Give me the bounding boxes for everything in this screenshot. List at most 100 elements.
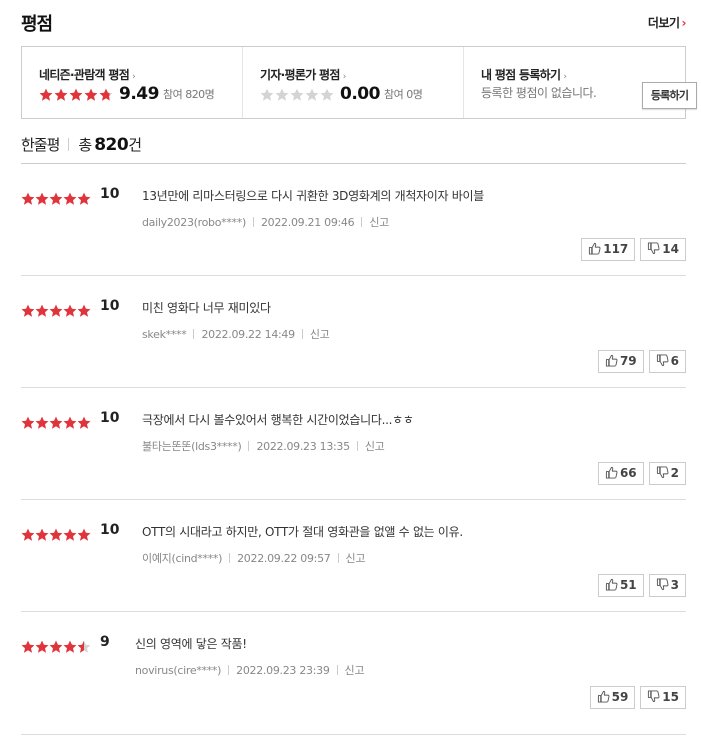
vote-buttons: 79 6	[593, 350, 686, 373]
review-total-prefix: 총	[78, 136, 92, 154]
divider	[248, 441, 250, 451]
report-link[interactable]: 신고	[346, 552, 366, 565]
review-score: 10	[100, 410, 120, 426]
critic-score-link[interactable]: 기자·평론가 평점 ›	[260, 66, 346, 83]
report-link[interactable]: 신고	[365, 440, 385, 453]
one-line-review-header: 한줄평 총 820건	[21, 134, 686, 164]
review-total-suffix: 건	[128, 136, 142, 154]
report-link[interactable]: 신고	[369, 216, 389, 229]
dislike-button[interactable]: 14	[640, 238, 686, 261]
review-meta: novirus(cire****) 2022.09.23 23:39 신고	[135, 662, 364, 678]
star-icon	[35, 304, 49, 317]
star-icon	[21, 416, 35, 429]
thumbs-down-icon	[656, 466, 671, 480]
star-icon	[305, 88, 319, 101]
dislike-count: 2	[670, 466, 679, 480]
star-icon	[49, 528, 63, 541]
star-icon	[63, 304, 77, 317]
star-icon	[49, 192, 63, 205]
review-score: 9	[100, 634, 110, 650]
critic-score-panel: 기자·평론가 평점 › 0.00 참여 0명	[242, 47, 463, 118]
review-item: 9 신의 영역에 닿은 작품! novirus(cire****) 2022.09…	[21, 612, 686, 735]
critic-score-label: 기자·평론가 평점	[260, 68, 340, 82]
star-icon	[49, 640, 63, 653]
star-icon	[54, 88, 68, 101]
star-icon	[35, 640, 49, 653]
star-icon	[77, 192, 91, 205]
report-link[interactable]: 신고	[310, 328, 330, 341]
thumbs-down-icon	[647, 690, 662, 704]
score-summary-box: 네티즌·관람객 평점 › 9.49 참여 820명 기자·평론가 평점 › 0.00 참…	[21, 46, 697, 119]
netizen-participants: 참여 820명	[162, 87, 215, 101]
dislike-button[interactable]: 2	[648, 462, 686, 485]
star-icon	[99, 88, 113, 101]
review-item: 10 OTT의 시대라고 하지만, OTT가 절대 영화관을 없앨 수 없는 이…	[21, 500, 686, 612]
like-button[interactable]: 51	[597, 574, 644, 597]
thumbs-up-icon	[597, 690, 612, 704]
review-star-rating	[21, 412, 91, 431]
review-item: 10 13년만에 리마스터링으로 다시 귀환한 3D영화계의 개척자이자 바이블…	[21, 164, 686, 276]
netizen-score-link[interactable]: 네티즌·관람객 평점 ›	[39, 66, 136, 83]
star-icon	[21, 192, 35, 205]
review-author[interactable]: 불타는똔똔(lds3****)	[142, 440, 242, 453]
review-text: OTT의 시대라고 하지만, OTT가 절대 영화관을 없앨 수 없는 이유.	[142, 525, 463, 539]
review-item: 10 극장에서 다시 볼수있어서 행복한 시간이었습니다...ㅎㅎ 불타는똔똔(…	[21, 388, 686, 500]
critic-participants: 참여 0명	[383, 87, 423, 101]
dislike-button[interactable]: 3	[648, 574, 686, 597]
vote-buttons: 66 2	[593, 462, 686, 485]
like-count: 59	[611, 690, 629, 704]
star-icon	[77, 416, 91, 429]
like-button[interactable]: 59	[589, 686, 636, 709]
review-author[interactable]: skek****	[142, 328, 187, 341]
star-icon	[63, 416, 77, 429]
thumbs-up-icon	[605, 354, 620, 368]
netizen-star-rating	[39, 84, 113, 103]
review-author[interactable]: daily2023(robo****)	[142, 216, 246, 229]
review-author[interactable]: 이예지(cind****)	[142, 552, 222, 565]
rating-header: 평점 더보기 ›	[21, 10, 687, 35]
vote-buttons: 51 3	[593, 574, 686, 597]
star-icon	[63, 528, 77, 541]
star-icon	[320, 88, 334, 101]
review-author[interactable]: novirus(cire****)	[135, 664, 221, 677]
star-icon	[63, 640, 77, 653]
register-score-button[interactable]: 등록하기	[642, 82, 697, 109]
star-icon	[21, 304, 35, 317]
divider	[228, 665, 230, 675]
chevron-right-icon: ›	[681, 16, 687, 30]
review-meta: 불타는똔똔(lds3****) 2022.09.23 13:35 신고	[142, 438, 385, 454]
dislike-button[interactable]: 6	[648, 350, 686, 373]
star-icon	[35, 192, 49, 205]
chevron-right-icon: ›	[342, 72, 347, 82]
dislike-count: 6	[670, 354, 679, 368]
review-item: 10 미친 영화다 너무 재미있다 skek**** 2022.09.22 14:…	[21, 276, 686, 388]
like-button[interactable]: 79	[597, 350, 644, 373]
review-text: 신의 영역에 닿은 작품!	[135, 637, 247, 651]
star-icon	[77, 640, 91, 653]
dislike-count: 3	[670, 578, 679, 592]
chevron-right-icon: ›	[132, 72, 136, 82]
report-link[interactable]: 신고	[345, 664, 365, 677]
divider	[361, 217, 363, 227]
review-total: 총 820건	[78, 135, 142, 155]
star-icon	[260, 88, 274, 101]
like-button[interactable]: 66	[597, 462, 644, 485]
review-date: 2022.09.21 09:46	[260, 216, 355, 229]
dislike-button[interactable]: 15	[640, 686, 686, 709]
more-link[interactable]: 더보기 ›	[648, 14, 687, 31]
review-date: 2022.09.22 14:49	[201, 328, 295, 341]
star-icon	[49, 304, 63, 317]
thumbs-up-icon	[605, 578, 620, 592]
divider	[301, 329, 303, 339]
netizen-score-value: 9.49	[119, 83, 159, 104]
divider	[336, 665, 338, 675]
vote-buttons: 59 15	[585, 686, 686, 709]
page-title: 평점	[21, 14, 53, 35]
review-text: 극장에서 다시 볼수있어서 행복한 시간이었습니다...ㅎㅎ	[142, 413, 414, 427]
star-icon	[21, 640, 35, 653]
netizen-score-panel: 네티즌·관람객 평점 › 9.49 참여 820명	[22, 47, 242, 118]
thumbs-up-icon	[588, 242, 603, 256]
my-score-link[interactable]: 내 평점 등록하기 ›	[481, 66, 567, 83]
like-button[interactable]: 117	[581, 238, 636, 261]
like-count: 66	[619, 466, 637, 480]
